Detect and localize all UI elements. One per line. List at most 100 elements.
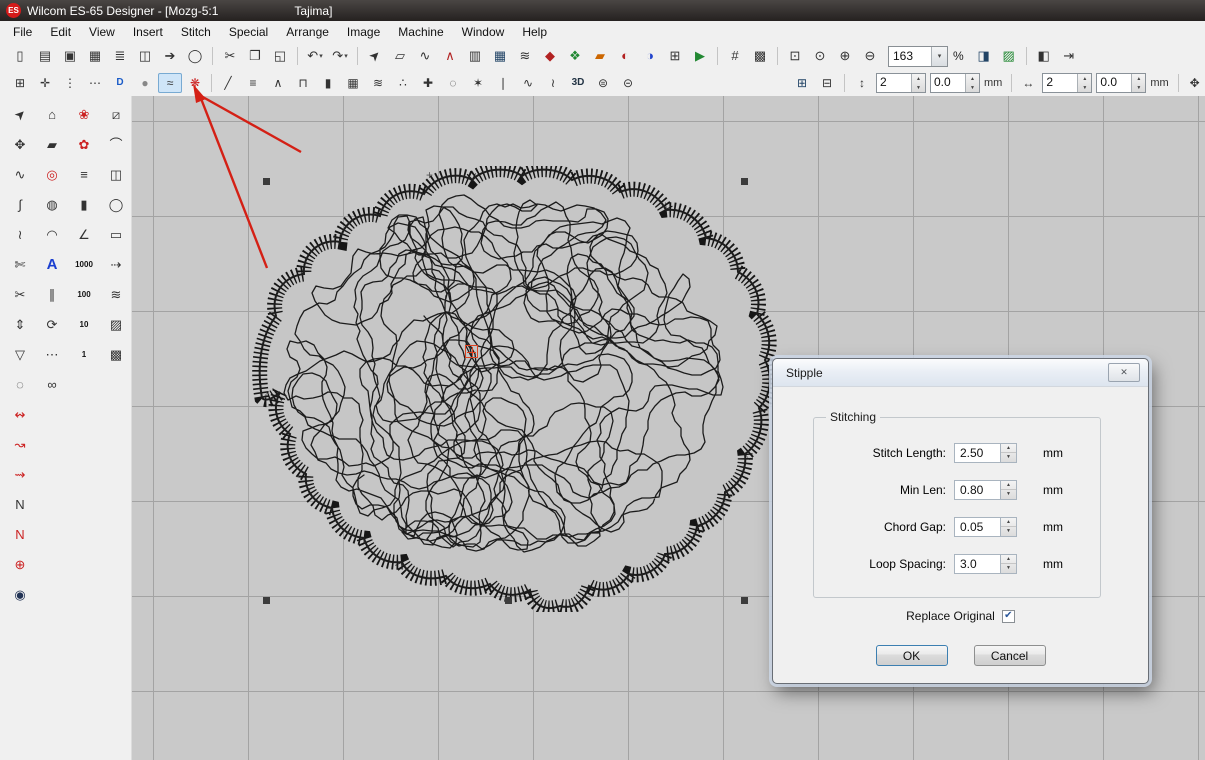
loop-spacing-spinner[interactable] xyxy=(1000,554,1017,574)
save-icon[interactable]: ▣ xyxy=(58,45,82,67)
arc-tool-icon[interactable]: ⌒ xyxy=(101,131,131,158)
freehand-stitch-icon[interactable]: ∿ xyxy=(516,73,540,93)
min-len-input[interactable]: 0.80 xyxy=(954,480,1000,500)
selection-handle[interactable] xyxy=(263,597,270,604)
knife-icon[interactable]: ✄ xyxy=(5,251,35,278)
spin-down-icon[interactable] xyxy=(1078,83,1091,92)
sculpture-run-icon[interactable]: ⊝ xyxy=(616,73,640,93)
cancel-button[interactable]: Cancel xyxy=(974,645,1046,666)
reshape-icon[interactable]: ✥ xyxy=(5,131,35,158)
lettering-list-icon[interactable]: ≡ xyxy=(69,161,99,188)
print-preview-icon[interactable]: ◫ xyxy=(133,45,157,67)
thread-colors-icon[interactable]: ◐ xyxy=(613,45,637,67)
chain-link-icon[interactable]: ∞ xyxy=(37,371,67,398)
copy-icon[interactable]: ❐ xyxy=(243,45,267,67)
close-icon[interactable] xyxy=(1108,363,1140,382)
chevron-down-icon[interactable] xyxy=(931,47,947,66)
ripple-icon[interactable]: ❘ xyxy=(491,73,515,93)
spacing-value-spin[interactable]: 0.0 xyxy=(930,73,980,93)
stipple-icon[interactable]: ≈ xyxy=(158,73,182,93)
snap-guide-icon[interactable]: ⊟ xyxy=(815,73,839,93)
travel-100-icon[interactable]: 100 xyxy=(69,281,99,308)
3d-warp-icon[interactable]: 3D xyxy=(566,73,590,93)
spin-up-icon[interactable] xyxy=(1001,444,1016,454)
target-ring-icon[interactable]: ◎ xyxy=(37,161,67,188)
menu-edit[interactable]: Edit xyxy=(41,23,80,41)
send-to-machine-icon[interactable]: ⇥ xyxy=(1057,45,1081,67)
loop-spacing-input[interactable]: 3.0 xyxy=(954,554,1000,574)
selection-handle[interactable] xyxy=(505,597,512,604)
length-count-spin[interactable]: 2 xyxy=(1042,73,1092,93)
tatami-icon[interactable]: ▦ xyxy=(341,73,365,93)
polygon-select-icon[interactable]: ▱ xyxy=(388,45,412,67)
dialog-titlebar[interactable]: Stipple xyxy=(773,359,1148,387)
stitch-angles-icon[interactable]: ∠ xyxy=(69,221,99,248)
show-grid-icon[interactable]: ⊞ xyxy=(8,73,32,93)
spin-down-icon[interactable] xyxy=(912,83,925,92)
spin-down-icon[interactable] xyxy=(966,83,979,92)
digitize-closed-icon[interactable]: ▰ xyxy=(37,131,67,158)
spin-up-icon[interactable] xyxy=(1001,481,1016,491)
rotate-tool-icon[interactable]: ⟳ xyxy=(37,311,67,338)
ellipse-tool-icon[interactable]: ◯ xyxy=(101,191,131,218)
outline-design-icon[interactable]: ❋ xyxy=(183,73,207,93)
stitch-edit-c-icon[interactable]: ⇝ xyxy=(5,461,35,488)
menu-stitch[interactable]: Stitch xyxy=(172,23,220,41)
zoom-in-icon[interactable]: ⊕ xyxy=(833,45,857,67)
run-stitch-icon[interactable]: ∿ xyxy=(413,45,437,67)
travel-10-icon[interactable]: 10 xyxy=(69,311,99,338)
selection-handle[interactable] xyxy=(263,178,270,185)
stitch-length-icon[interactable]: ↔ xyxy=(1016,73,1040,93)
spin-down-icon[interactable] xyxy=(1001,564,1016,573)
mirror-merge-icon[interactable]: ◫ xyxy=(101,161,131,188)
menu-file[interactable]: File xyxy=(4,23,41,41)
bridge-icon[interactable]: ◠ xyxy=(37,221,67,248)
satin-stitch-icon[interactable]: ▥ xyxy=(463,45,487,67)
auto-digitize-icon[interactable]: ❖ xyxy=(563,45,587,67)
open-icon[interactable]: ▤ xyxy=(33,45,57,67)
spin-down-icon[interactable] xyxy=(1132,83,1145,92)
travel-1-icon[interactable]: 1 xyxy=(69,341,99,368)
motif-fill-icon[interactable]: ≋ xyxy=(513,45,537,67)
redo-icon[interactable]: ↷ xyxy=(328,45,352,67)
wave-icon[interactable]: ≀ xyxy=(541,73,565,93)
print-icon[interactable]: ≣ xyxy=(108,45,132,67)
snap-grid-icon[interactable]: ⊞ xyxy=(790,73,814,93)
menu-view[interactable]: View xyxy=(80,23,124,41)
menu-help[interactable]: Help xyxy=(513,23,556,41)
zigzag-column-icon[interactable]: ≀ xyxy=(5,221,35,248)
single-run-icon[interactable]: ╱ xyxy=(216,73,240,93)
flower-b-icon[interactable]: ✿ xyxy=(69,131,99,158)
design-view-icon[interactable]: D xyxy=(108,73,132,93)
curve-red-icon[interactable]: N xyxy=(5,521,35,548)
min-len-spinner[interactable] xyxy=(1000,480,1017,500)
undo-icon[interactable]: ↶ xyxy=(303,45,327,67)
stitch-length-input[interactable]: 2.50 xyxy=(954,443,1000,463)
spacing-count-spin[interactable]: 2 xyxy=(876,73,926,93)
dim-artwork-icon[interactable]: ● xyxy=(133,73,157,93)
rectangle-tool-icon[interactable]: ▭ xyxy=(101,221,131,248)
measure-tool-icon[interactable]: ⇕ xyxy=(5,311,35,338)
design-properties-icon[interactable]: ◨ xyxy=(972,45,996,67)
replace-original-checkbox[interactable] xyxy=(1002,610,1015,623)
spin-up-icon[interactable] xyxy=(1132,74,1145,83)
new-icon[interactable]: ▯ xyxy=(8,45,32,67)
save-all-icon[interactable]: ▦ xyxy=(83,45,107,67)
menu-image[interactable]: Image xyxy=(338,23,389,41)
trapunto-icon[interactable]: ⊜ xyxy=(591,73,615,93)
hatch-lines-icon[interactable]: ⧄ xyxy=(101,101,131,128)
spin-down-icon[interactable] xyxy=(1001,453,1016,462)
show-connectors-icon[interactable]: ⋮ xyxy=(58,73,82,93)
export-machine-icon[interactable]: ➔ xyxy=(158,45,182,67)
zigzag-icon[interactable]: ∧ xyxy=(266,73,290,93)
menu-special[interactable]: Special xyxy=(220,23,277,41)
brain-embroidery-design[interactable] xyxy=(244,166,778,612)
chord-gap-input[interactable]: 0.05 xyxy=(954,517,1000,537)
spin-up-icon[interactable] xyxy=(1078,74,1091,83)
menu-insert[interactable]: Insert xyxy=(124,23,172,41)
stitch-edit-a-icon[interactable]: ↭ xyxy=(5,401,35,428)
freehand-open-icon[interactable]: ∿ xyxy=(5,161,35,188)
show-functions-icon[interactable]: ⋯ xyxy=(83,73,107,93)
mitre-icon[interactable]: ▽ xyxy=(5,341,35,368)
motif-run-icon[interactable]: ≋ xyxy=(366,73,390,93)
